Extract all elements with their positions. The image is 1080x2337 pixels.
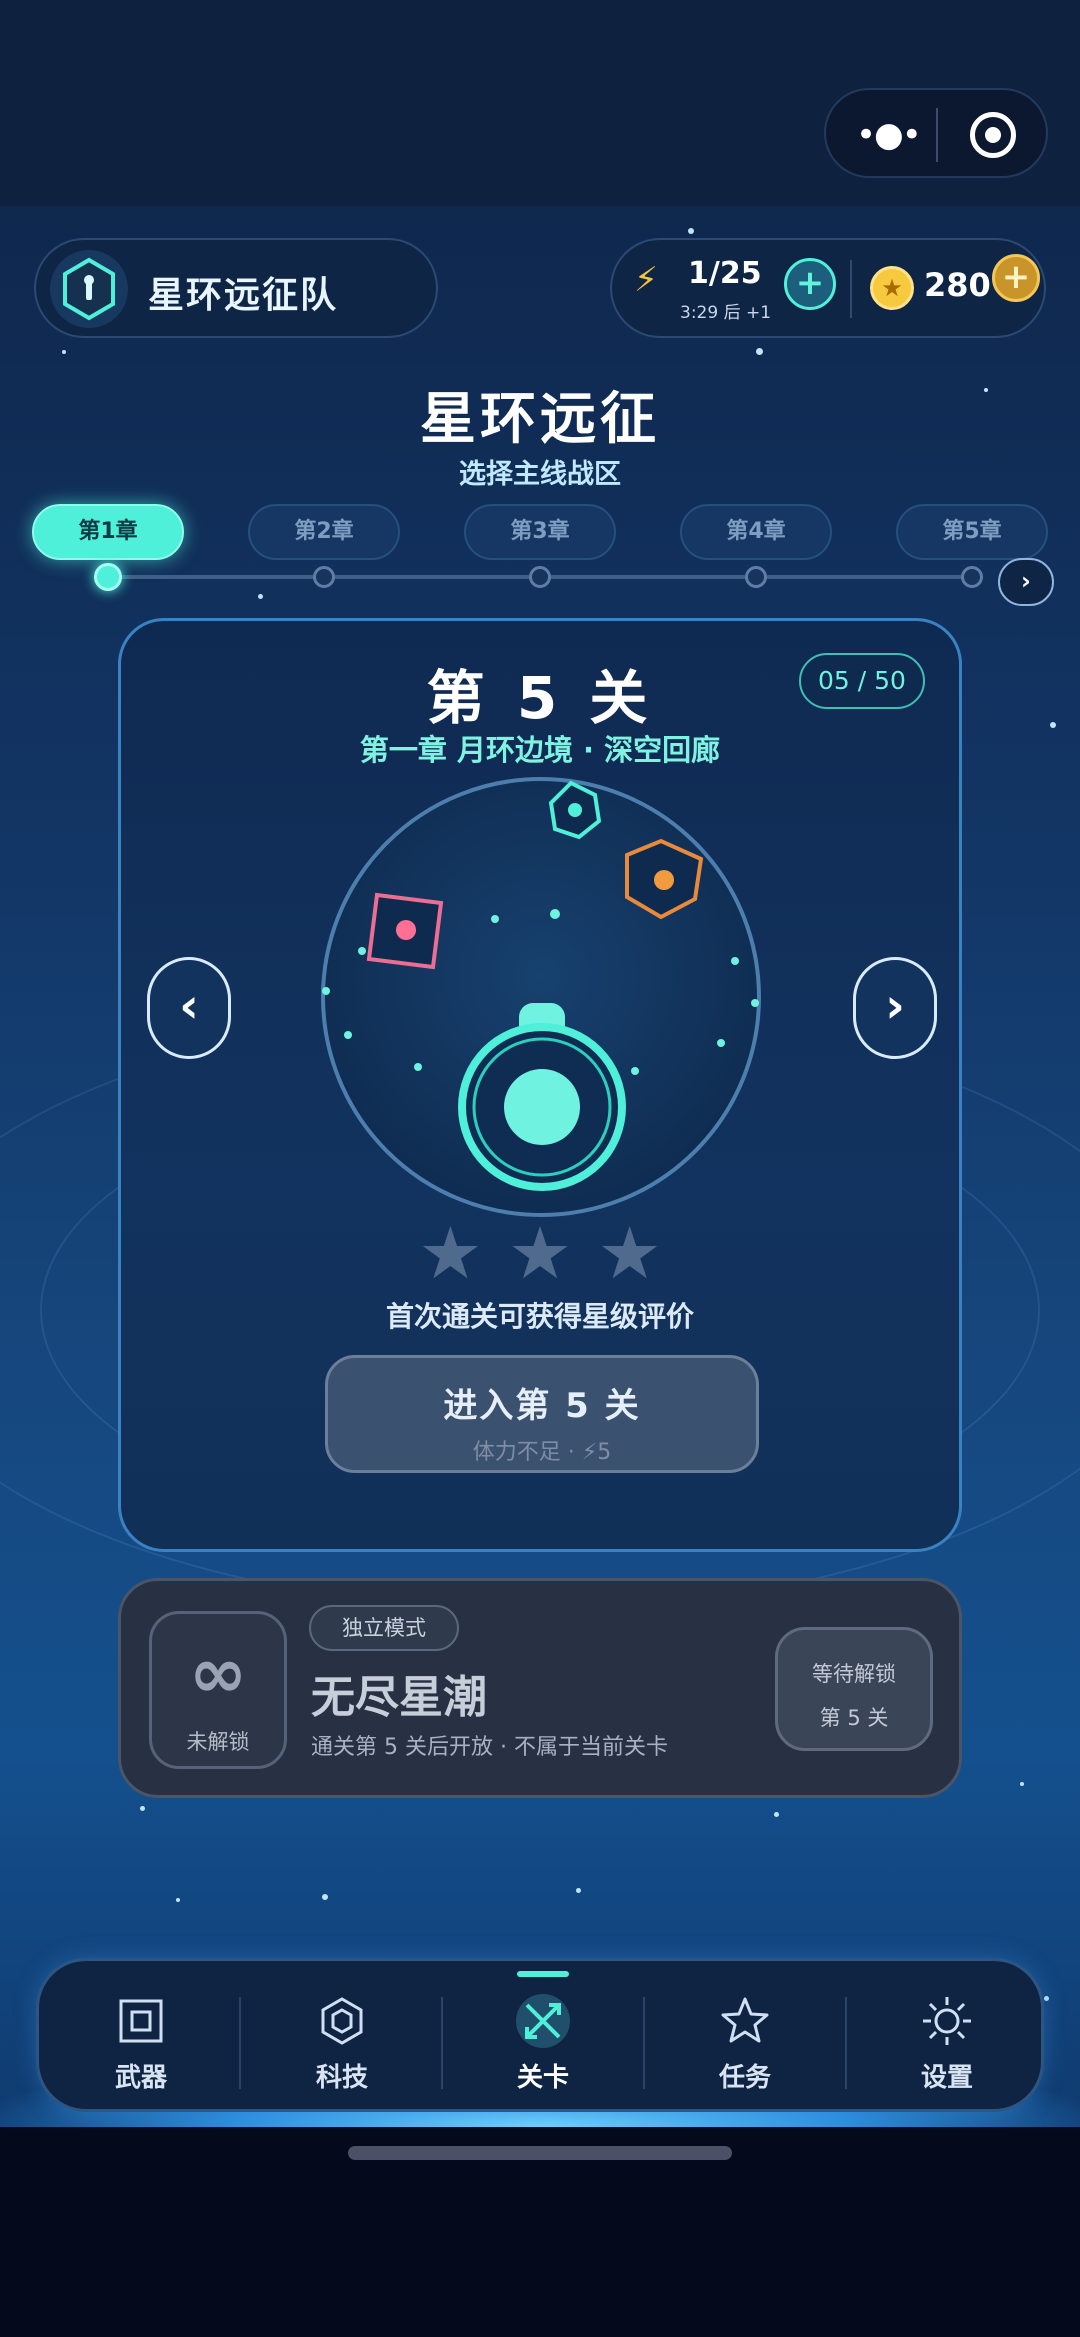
close-target-button[interactable] <box>970 112 1016 158</box>
nav-item-settings[interactable]: 设置 <box>847 1985 1047 2095</box>
nav-label: 设置 <box>920 2063 973 2093</box>
home-indicator[interactable] <box>348 2146 732 2160</box>
locked-label: 未解锁 <box>186 1730 250 1754</box>
stage-location: 第一章 月环边境 · 深空回廊 <box>359 733 721 767</box>
tab-chapter-1[interactable]: 第1章 <box>32 504 184 560</box>
target-dot-icon <box>985 127 1001 143</box>
hexagon-icon <box>321 1997 363 2045</box>
chapter-node-1 <box>94 563 122 591</box>
stage-star-rating: ★ ★ ★ <box>121 1217 959 1289</box>
page-title: 星环远征 <box>420 387 660 452</box>
add-coins-button[interactable]: + <box>992 254 1040 302</box>
endless-title: 无尽星潮 <box>311 1672 487 1723</box>
miniprogram-capsule: •●• <box>824 88 1048 178</box>
nav-item-stages[interactable]: 关卡 <box>443 1985 643 2095</box>
team-name: 星环远征队 <box>148 275 339 316</box>
energy-bolt-icon: ⚡ <box>634 260 658 300</box>
stage-planet-illustration <box>321 777 761 1217</box>
nav-label: 武器 <box>114 2063 167 2093</box>
coin-star-icon: ★ <box>870 266 914 310</box>
bottom-nav: 武器 科技 关卡 任务 设置 <box>36 1958 1044 2112</box>
add-energy-button[interactable]: + <box>784 258 836 310</box>
page-subtitle: 选择主线战区 <box>459 459 621 490</box>
stage-card: 第 5 关 05 / 50 第一章 月环边境 · 深空回廊 ‹ › ★ ★ ★ … <box>118 618 962 1552</box>
infinity-icon: ∞ <box>188 1632 248 1714</box>
tab-chapter-5[interactable]: 第5章 <box>896 504 1048 560</box>
team-badge[interactable]: 星环远征队 <box>34 238 438 338</box>
game-screen: { "team": {"name": "星环远征队"}, "resources"… <box>0 0 1080 2337</box>
tab-chapter-3[interactable]: 第3章 <box>464 504 616 560</box>
tab-chapter-2[interactable]: 第2章 <box>248 504 400 560</box>
star-empty-icon: ★ <box>507 1211 573 1295</box>
next-chapter-button[interactable]: › <box>998 558 1054 606</box>
wait-unlock-line1: 等待解锁 <box>812 1662 896 1686</box>
next-stage-button[interactable]: › <box>853 957 937 1059</box>
chapter-node-4 <box>745 566 767 588</box>
team-hexagon-icon <box>50 250 128 328</box>
mode-tag: 独立模式 <box>309 1605 459 1651</box>
tab-chapter-4[interactable]: 第4章 <box>680 504 832 560</box>
star-hint: 首次通关可获得星级评价 <box>385 1300 694 1333</box>
endless-description: 通关第 5 关后开放 · 不属于当前关卡 <box>311 1735 668 1760</box>
more-menu-button[interactable]: •●• <box>856 118 922 152</box>
wait-unlock-line2: 第 5 关 <box>819 1706 889 1730</box>
square-icon <box>119 1999 163 2043</box>
resource-divider <box>850 260 852 318</box>
energy-timer: 3:29 后 +1 <box>680 303 772 323</box>
star-empty-icon: ★ <box>597 1211 662 1295</box>
star-icon <box>721 1997 769 2043</box>
chapter-node-3 <box>529 566 551 588</box>
nav-label: 科技 <box>315 2063 368 2093</box>
nav-item-weapons[interactable]: 武器 <box>41 1985 241 2095</box>
capsule-divider <box>936 108 938 162</box>
nav-divider <box>239 1997 241 2089</box>
endless-lock-box: ∞ 未解锁 <box>149 1611 287 1769</box>
enter-stage-note: 体力不足 · ⚡5 <box>472 1440 612 1465</box>
nav-item-tech[interactable]: 科技 <box>242 1985 442 2095</box>
nav-label: 任务 <box>718 2063 771 2093</box>
star-empty-icon: ★ <box>418 1211 483 1295</box>
chapter-node-5 <box>961 566 983 588</box>
energy-count: 1/25 <box>688 256 762 291</box>
endless-mode-card: ∞ 未解锁 独立模式 无尽星潮 通关第 5 关后开放 · 不属于当前关卡 等待解… <box>118 1578 962 1798</box>
enter-stage-label: 进入第 5 关 <box>443 1386 641 1426</box>
prev-stage-button[interactable]: ‹ <box>147 957 231 1059</box>
stage-progress-badge: 05 / 50 <box>799 653 925 709</box>
sun-gear-icon <box>923 1997 971 2045</box>
enter-stage-button[interactable]: 进入第 5 关 体力不足 · ⚡5 <box>325 1355 759 1473</box>
resource-bar: ⚡ 1/25 3:29 后 +1 + ★ 280 + <box>610 238 1046 338</box>
nav-label: 关卡 <box>516 2063 569 2093</box>
coin-count: 280 <box>924 266 991 304</box>
nav-item-missions[interactable]: 任务 <box>645 1985 845 2095</box>
wait-unlock-button[interactable]: 等待解锁 第 5 关 <box>775 1627 933 1751</box>
chapter-node-2 <box>313 566 335 588</box>
active-nav-indicator <box>517 1971 569 1977</box>
crossed-swords-icon <box>516 1994 570 2048</box>
